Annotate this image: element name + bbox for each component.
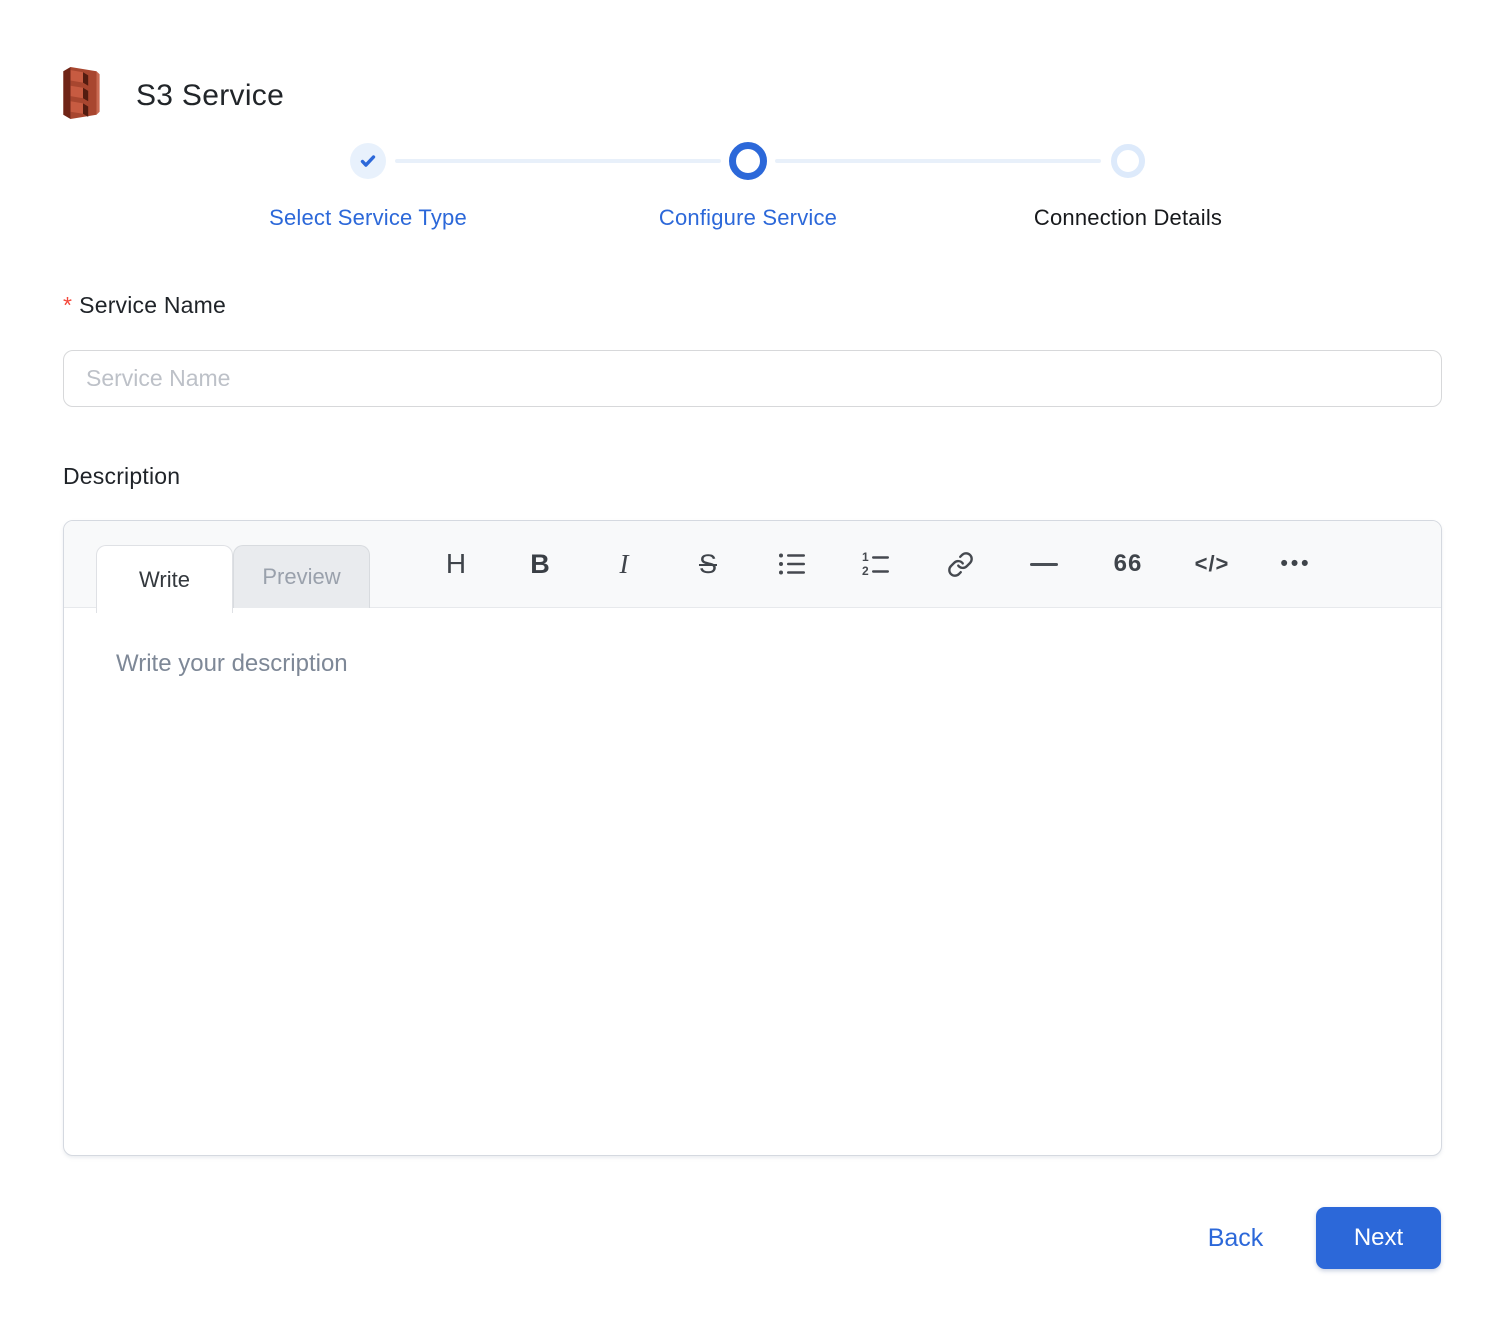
step-pending-icon	[1111, 144, 1145, 178]
horizontal-rule-button[interactable]	[1002, 521, 1086, 608]
bulleted-list-button[interactable]	[750, 521, 834, 608]
quote-button[interactable]: 66	[1086, 521, 1170, 608]
heading-icon: H	[445, 548, 467, 579]
s3-service-wizard: S3 Service Select Service Type Configure…	[0, 0, 1506, 1342]
required-asterisk: *	[63, 292, 73, 318]
quote-icon: 66	[1113, 550, 1143, 577]
stepper: Select Service Type Configure Service Co…	[178, 140, 1318, 240]
description-editor: Write Preview H B I S 1 2 66 </> ••• Wri…	[63, 520, 1442, 1156]
strikethrough-icon: S	[698, 548, 717, 579]
check-icon	[360, 155, 376, 167]
svg-text:2: 2	[862, 564, 869, 578]
more-icon: •••	[1280, 552, 1312, 575]
step-label: Connection Details	[1033, 205, 1223, 230]
italic-button[interactable]: I	[582, 521, 666, 608]
step-label: Configure Service	[658, 205, 838, 230]
more-button[interactable]: •••	[1254, 521, 1338, 608]
step-configure-service: Configure Service	[558, 140, 938, 240]
tab-preview-label: Preview	[262, 564, 341, 589]
step-label: Select Service Type	[269, 205, 467, 230]
code-button[interactable]: </>	[1170, 521, 1254, 608]
tab-preview[interactable]: Preview	[233, 545, 370, 608]
strikethrough-button[interactable]: S	[666, 521, 750, 608]
svg-text:1: 1	[862, 550, 869, 564]
bulleted-list-icon	[779, 553, 805, 575]
step-active-icon	[729, 142, 767, 180]
horizontal-rule-icon	[1030, 562, 1058, 566]
tab-write[interactable]: Write	[96, 545, 233, 613]
editor-toolbar-buttons: H B I S 1 2 66 </> •••	[414, 521, 1338, 607]
wizard-header: S3 Service	[60, 66, 284, 125]
link-button[interactable]	[918, 521, 1002, 608]
numbered-list-button[interactable]: 1 2	[834, 521, 918, 608]
step-completed-icon	[350, 143, 386, 179]
description-label: Description	[63, 463, 181, 489]
editor-toolbar: Write Preview H B I S 1 2 66 </> •••	[64, 521, 1441, 613]
link-icon	[947, 551, 973, 577]
step-connection-details: Connection Details	[938, 140, 1318, 240]
service-name-label: * Service Name	[63, 292, 226, 319]
bold-icon: B	[530, 548, 550, 579]
editor-tabs: Write Preview	[96, 521, 370, 613]
description-input[interactable]	[64, 608, 1441, 1156]
page-title: S3 Service	[136, 78, 285, 112]
s3-service-icon	[60, 66, 106, 125]
back-button[interactable]: Back	[1178, 1210, 1293, 1266]
tab-write-label: Write	[139, 566, 190, 592]
numbered-list-icon: 1 2	[862, 550, 889, 578]
code-icon: </>	[1194, 551, 1230, 576]
service-name-input[interactable]	[63, 350, 1442, 407]
italic-icon: I	[619, 548, 629, 579]
heading-button[interactable]: H	[414, 521, 498, 608]
editor-write-pane	[64, 608, 1441, 1156]
service-name-label-text: Service Name	[79, 292, 226, 318]
next-button[interactable]: Next	[1316, 1207, 1441, 1269]
step-select-service-type: Select Service Type	[178, 140, 558, 240]
bold-button[interactable]: B	[498, 521, 582, 608]
